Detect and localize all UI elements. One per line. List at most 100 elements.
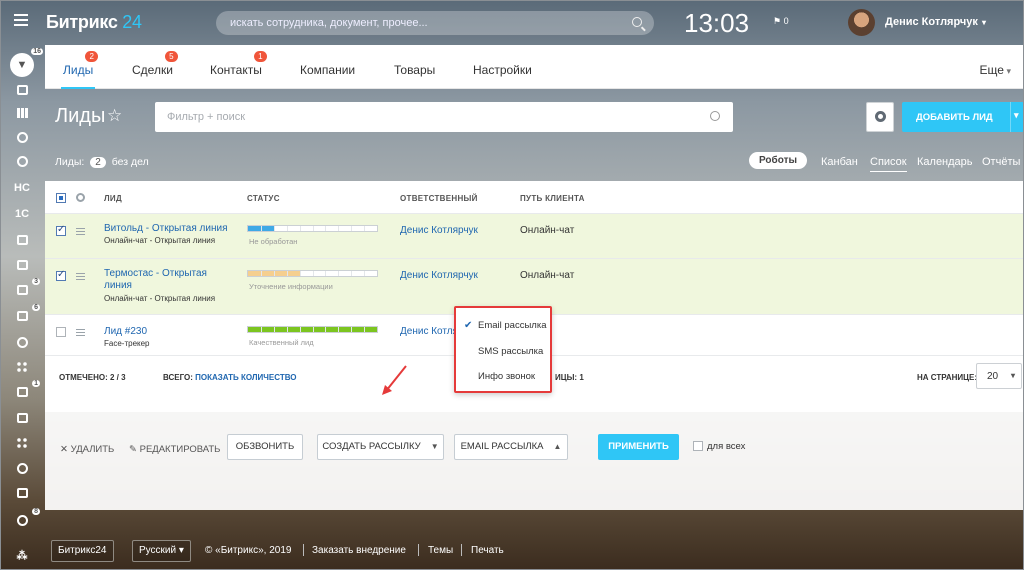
- themes-link[interactable]: Темы: [428, 545, 453, 556]
- filter-icon[interactable]: ▼ 16: [10, 48, 43, 77]
- search-icon[interactable]: [632, 17, 642, 27]
- select-all-checkbox[interactable]: [56, 193, 66, 203]
- for-all-checkbox[interactable]: [693, 441, 703, 452]
- progress-segment: [299, 271, 301, 276]
- apps-icon[interactable]: [13, 436, 31, 450]
- show-count-link[interactable]: ПОКАЗАТЬ КОЛИЧЕСТВО: [195, 373, 296, 382]
- crm-icon[interactable]: [13, 130, 31, 144]
- menu-icon[interactable]: [14, 14, 28, 29]
- apply-button[interactable]: ПРИМЕНИТЬ: [598, 434, 679, 460]
- tab-products[interactable]: Товары: [394, 63, 435, 77]
- print-link[interactable]: Печать: [471, 545, 504, 556]
- close-icon: ✕: [60, 444, 68, 455]
- more-tabs-button[interactable]: Еще: [980, 63, 1011, 77]
- column-lead[interactable]: ЛИД: [104, 194, 122, 203]
- add-lead-dropdown[interactable]: [1010, 102, 1024, 132]
- delete-button[interactable]: ✕ УДАЛИТЬ: [60, 444, 114, 455]
- per-page-label: НА СТРАНИЦЕ:: [917, 373, 978, 382]
- filter-badge: 16: [31, 48, 43, 55]
- client-path: Онлайн-чат: [520, 225, 575, 236]
- counter-pill[interactable]: 2: [90, 157, 106, 168]
- status-progress[interactable]: [247, 270, 378, 277]
- column-path[interactable]: ПУТЬ КЛИЕНТА: [520, 194, 585, 203]
- tasks-icon[interactable]: 3: [13, 278, 40, 297]
- title-bar: Лиды ☆ Фильтр + поиск ДОБАВИТЬ ЛИД Лиды:…: [45, 89, 1024, 181]
- settings-button[interactable]: [866, 102, 894, 132]
- flag-icon: ⚑: [773, 16, 782, 26]
- row-checkbox[interactable]: [56, 224, 66, 236]
- menu-item-call[interactable]: Инфо звонок: [478, 371, 535, 382]
- hc-icon[interactable]: НС: [13, 181, 31, 195]
- star-icon[interactable]: ☆: [107, 106, 122, 126]
- chat-icon[interactable]: [13, 335, 31, 349]
- add-lead-button[interactable]: ДОБАВИТЬ ЛИД: [902, 102, 1024, 132]
- responsible-link[interactable]: Денис Котлярчук: [400, 225, 478, 236]
- calendar-badge: 1: [32, 380, 40, 387]
- view-kanban[interactable]: Канбан: [821, 156, 858, 168]
- footer-logo[interactable]: Битрикс24: [51, 540, 114, 562]
- inbox-icon[interactable]: [13, 83, 31, 97]
- lead-name-link[interactable]: Лид #230: [104, 326, 229, 338]
- gear-icon[interactable]: [76, 193, 85, 202]
- view-calendar[interactable]: Календарь: [917, 156, 973, 168]
- row-checkbox[interactable]: [56, 327, 66, 337]
- target-icon[interactable]: [13, 154, 31, 168]
- progress-segment: [286, 226, 288, 231]
- table-row[interactable]: Витольд - Открытая линия Онлайн-чат - От…: [45, 214, 1024, 259]
- window-icon[interactable]: [13, 233, 31, 247]
- for-all-label: для всех: [707, 441, 746, 452]
- order-link[interactable]: Заказать внедрение: [312, 545, 406, 556]
- tab-deals[interactable]: Сделки 5: [132, 51, 178, 77]
- robots-button[interactable]: Роботы: [749, 152, 808, 169]
- lead-name-link[interactable]: Витольд - Открытая линия: [104, 223, 229, 235]
- stats-icon[interactable]: [13, 106, 31, 120]
- pencil-icon: ✎: [129, 444, 137, 455]
- mail-icon[interactable]: [13, 411, 31, 425]
- briefcase-icon[interactable]: [13, 486, 31, 500]
- per-page-select[interactable]: 20 ▾: [976, 363, 1022, 389]
- row-menu-icon[interactable]: [76, 329, 85, 338]
- create-mailing-button[interactable]: СОЗДАТЬ РАССЫЛКУ ▼: [317, 434, 444, 460]
- menu-item-sms[interactable]: SMS рассылка: [478, 346, 543, 357]
- tab-contacts[interactable]: Контакты 1: [210, 51, 267, 77]
- row-menu-icon[interactable]: [76, 273, 85, 282]
- status-label: Не обработан: [249, 237, 298, 246]
- call-button[interactable]: ОБЗВОНИТЬ: [227, 434, 303, 460]
- group-icon[interactable]: [13, 360, 31, 374]
- progress-segment: [312, 271, 314, 276]
- tab-label: Сделки: [132, 63, 173, 77]
- time-icon[interactable]: [13, 461, 31, 475]
- lead-name-link[interactable]: Термостас - Открытая линия: [104, 268, 209, 292]
- menu-item-email[interactable]: Email рассылка: [478, 320, 546, 331]
- column-responsible[interactable]: ОТВЕТСТВЕННЫЙ: [400, 194, 478, 203]
- logo[interactable]: Битрикс 24: [46, 12, 142, 33]
- for-all-toggle[interactable]: для всех: [693, 441, 745, 452]
- column-status[interactable]: СТАТУС: [247, 194, 280, 203]
- global-search-input[interactable]: искать сотрудника, документ, прочее...: [216, 11, 654, 35]
- edit-button[interactable]: ✎ РЕДАКТИРОВАТЬ: [129, 444, 220, 455]
- responsible-link[interactable]: Денис Котлярчук: [400, 270, 478, 281]
- status-progress[interactable]: [247, 225, 378, 232]
- row-checkbox[interactable]: [56, 269, 66, 281]
- check-icon[interactable]: 6: [13, 304, 40, 323]
- tab-companies[interactable]: Компании: [300, 63, 355, 77]
- view-reports[interactable]: Отчёты: [982, 156, 1020, 168]
- language-select[interactable]: Русский ▾: [132, 540, 191, 562]
- avatar[interactable]: [848, 9, 875, 36]
- onec-icon[interactable]: 1С: [13, 207, 31, 221]
- email-mailing-select[interactable]: EMAIL РАССЫЛКА ▲: [454, 434, 568, 460]
- progress-segment: [364, 271, 366, 276]
- drive-icon[interactable]: [13, 258, 31, 272]
- tab-leads[interactable]: Лиды 2: [60, 51, 99, 89]
- flag-counter[interactable]: ⚑ 0: [773, 16, 789, 27]
- row-menu-icon[interactable]: [76, 228, 85, 237]
- status-progress[interactable]: [247, 326, 378, 333]
- progress-segment: [286, 327, 288, 332]
- filter-search-input[interactable]: Фильтр + поиск: [155, 102, 733, 132]
- calendar-icon[interactable]: 1: [13, 380, 40, 399]
- view-list[interactable]: Список: [870, 156, 907, 172]
- user-menu[interactable]: Денис Котлярчук ▾: [885, 16, 986, 28]
- grid-header: ЛИД СТАТУС ОТВЕТСТВЕННЫЙ ПУТЬ КЛИЕНТА: [45, 181, 1024, 214]
- clock[interactable]: 13:03: [684, 8, 749, 39]
- tab-settings[interactable]: Настройки: [473, 63, 532, 77]
